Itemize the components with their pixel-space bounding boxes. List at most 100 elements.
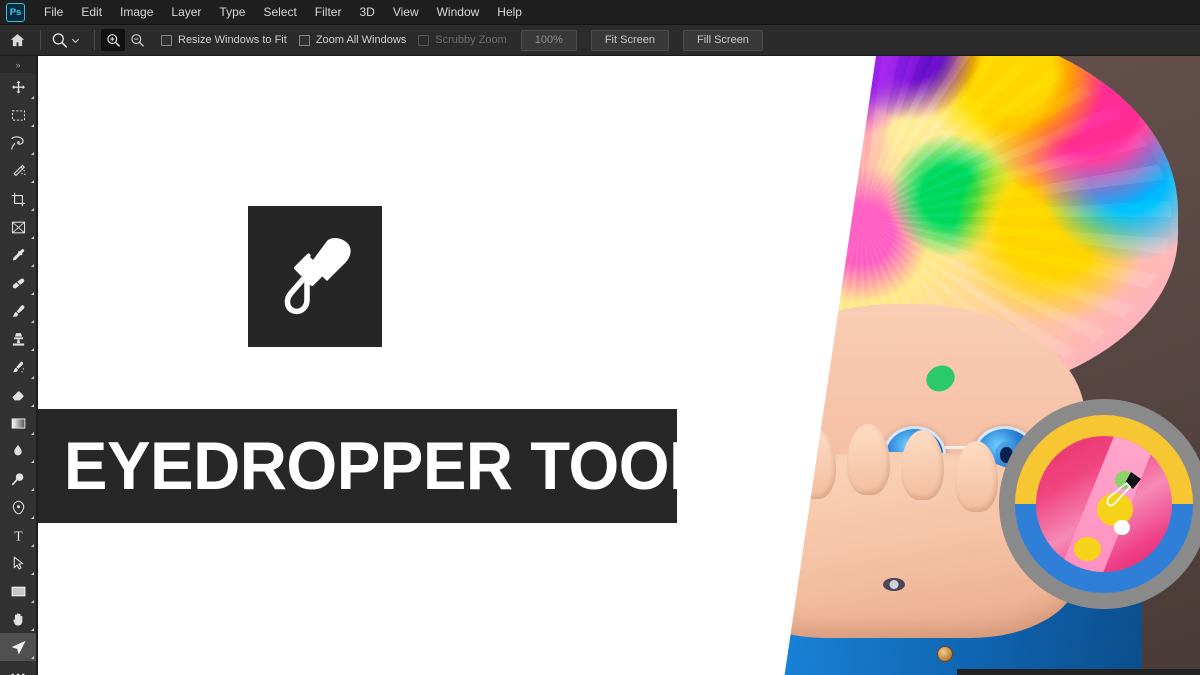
- sidebar-item-history-brush-tool[interactable]: [0, 353, 36, 381]
- sidebar-item-brush-tool[interactable]: [0, 297, 36, 325]
- menu-item-filter[interactable]: Filter: [306, 1, 351, 23]
- path-arrow-icon: [13, 556, 23, 569]
- zoom-all-windows-checkbox[interactable]: Zoom All Windows: [298, 34, 407, 46]
- sidebar-item-spot-healing-brush-tool[interactable]: [0, 269, 36, 297]
- sidebar-item-lasso-tool[interactable]: [0, 129, 36, 157]
- sidebar-item-dodge-tool[interactable]: [0, 465, 36, 493]
- channel-logo-badge: [999, 399, 1200, 609]
- confetti: [500, 283, 538, 306]
- menu-item-type[interactable]: Type: [210, 1, 254, 23]
- options-bar-divider-2: [94, 30, 95, 50]
- home-button[interactable]: [0, 25, 34, 56]
- checkbox-box: [298, 34, 310, 46]
- logo-blob-white: [1113, 520, 1130, 536]
- menu-item-file[interactable]: File: [35, 1, 72, 23]
- zoom-level-field[interactable]: 100%: [520, 29, 577, 51]
- frame-icon: [11, 221, 25, 233]
- chevron-down-icon: [71, 38, 80, 43]
- history-brush-icon: [12, 361, 24, 372]
- pen-icon: [12, 500, 24, 514]
- fill-screen-button[interactable]: Fill Screen: [682, 29, 763, 51]
- checkbox-box: [161, 34, 172, 46]
- sidebar-item-edit-toolbar[interactable]: [0, 661, 36, 675]
- lasso-icon: [11, 136, 24, 150]
- menu-item-image[interactable]: Image: [111, 1, 162, 23]
- home-icon: [10, 33, 24, 46]
- sidebar-item-frame-tool[interactable]: [0, 213, 36, 241]
- scrubby-zoom-checkbox: Scrubby Zoom: [418, 34, 507, 46]
- sidebar-item-marquee-tool[interactable]: [0, 101, 36, 129]
- crop-icon: [11, 192, 25, 206]
- pink-ribbon: [784, 56, 805, 385]
- jacket-button: [936, 645, 953, 662]
- options-bar-divider: [40, 30, 41, 50]
- toolbar-collapse-button[interactable]: »: [0, 56, 36, 73]
- sidebar-item-pen-tool[interactable]: [0, 493, 36, 521]
- checkbox-label: Zoom All Windows: [315, 34, 407, 46]
- menu-item-help[interactable]: Help: [488, 1, 531, 23]
- menu-item-edit[interactable]: Edit: [72, 1, 111, 23]
- menu-bar: Ps File Edit Image Layer Type Select Fil…: [0, 0, 1200, 25]
- menu-item-window[interactable]: Window: [428, 1, 489, 23]
- magic-wand-icon: [12, 164, 26, 176]
- eyedropper-icon: [284, 237, 351, 314]
- sidebar-item-hand-tool[interactable]: [0, 605, 36, 633]
- sidebar-item-rectangle-tool[interactable]: [0, 577, 36, 605]
- tools-panel: » T: [0, 56, 36, 675]
- zoom-out-button[interactable]: [125, 29, 149, 51]
- sidebar-item-gradient-tool[interactable]: [0, 409, 36, 437]
- gradient-icon: [11, 417, 25, 429]
- finger: [739, 441, 782, 512]
- title-banner: EYEDROPPER TOOL: [38, 409, 709, 523]
- menu-item-3d[interactable]: 3D: [350, 1, 383, 23]
- sidebar-item-zoom-tool[interactable]: [0, 633, 36, 661]
- sidebar-item-eraser-tool[interactable]: [0, 381, 36, 409]
- hashtag-banner: #photoshop_tools: [957, 669, 1200, 675]
- sidebar-item-blur-tool[interactable]: [0, 437, 36, 465]
- sidebar-item-path-selection-tool[interactable]: [0, 549, 36, 577]
- sidebar-item-move-tool[interactable]: [0, 73, 36, 101]
- healing-brush-icon: [12, 278, 24, 288]
- eyedropper-icon: [12, 248, 24, 260]
- eyedropper-icon: [1106, 472, 1141, 507]
- checkbox-label: Resize Windows to Fit: [178, 34, 287, 46]
- zoom-tool-icon: [52, 32, 68, 48]
- brush-icon: [12, 304, 24, 317]
- document-canvas[interactable]: EYEDROPPER TOOL #photoshop: [38, 56, 1200, 675]
- zoom-out-icon: [130, 33, 144, 47]
- zoom-in-button[interactable]: [101, 29, 125, 51]
- zoom-in-icon: [106, 33, 120, 47]
- move-icon: [11, 80, 25, 94]
- photoshop-window: Ps File Edit Image Layer Type Select Fil…: [0, 0, 1200, 675]
- marquee-icon: [11, 109, 25, 121]
- fit-screen-button[interactable]: Fit Screen: [590, 29, 669, 51]
- resize-windows-to-fit-checkbox[interactable]: Resize Windows to Fit: [161, 34, 287, 46]
- sidebar-item-eyedropper-tool[interactable]: [0, 241, 36, 269]
- dodge-icon: [11, 472, 23, 485]
- photoshop-logo-icon: Ps: [6, 2, 25, 22]
- sidebar-item-object-selection-tool[interactable]: [0, 157, 36, 185]
- zoom-tool-icon: [11, 640, 26, 654]
- checkbox-box: [418, 34, 430, 46]
- menu-item-layer[interactable]: Layer: [162, 1, 210, 23]
- droplet-icon: [14, 445, 22, 456]
- menu-item-view[interactable]: View: [384, 1, 428, 23]
- active-tool-preset-picker[interactable]: [47, 29, 88, 51]
- type-icon: T: [14, 528, 22, 543]
- menu-item-select[interactable]: Select: [254, 1, 305, 23]
- page-title: EYEDROPPER TOOL: [63, 428, 709, 504]
- clone-stamp-icon: [12, 332, 24, 346]
- rectangle-icon: [11, 586, 25, 596]
- svg-text:T: T: [14, 528, 22, 543]
- checkbox-label: Scrubby Zoom: [435, 34, 507, 46]
- green-blob: [678, 354, 715, 389]
- sidebar-item-type-tool[interactable]: T: [0, 521, 36, 549]
- eraser-icon: [11, 390, 23, 400]
- sidebar-item-clone-stamp-tool[interactable]: [0, 325, 36, 353]
- finger-ring: [883, 578, 905, 592]
- options-bar: Resize Windows to Fit Zoom All Windows S…: [0, 25, 1200, 56]
- sidebar-item-crop-tool[interactable]: [0, 185, 36, 213]
- hand-icon: [12, 612, 22, 626]
- eyedropper-icon-card: [248, 206, 382, 347]
- canvas-area[interactable]: EYEDROPPER TOOL #photoshop: [36, 56, 1200, 675]
